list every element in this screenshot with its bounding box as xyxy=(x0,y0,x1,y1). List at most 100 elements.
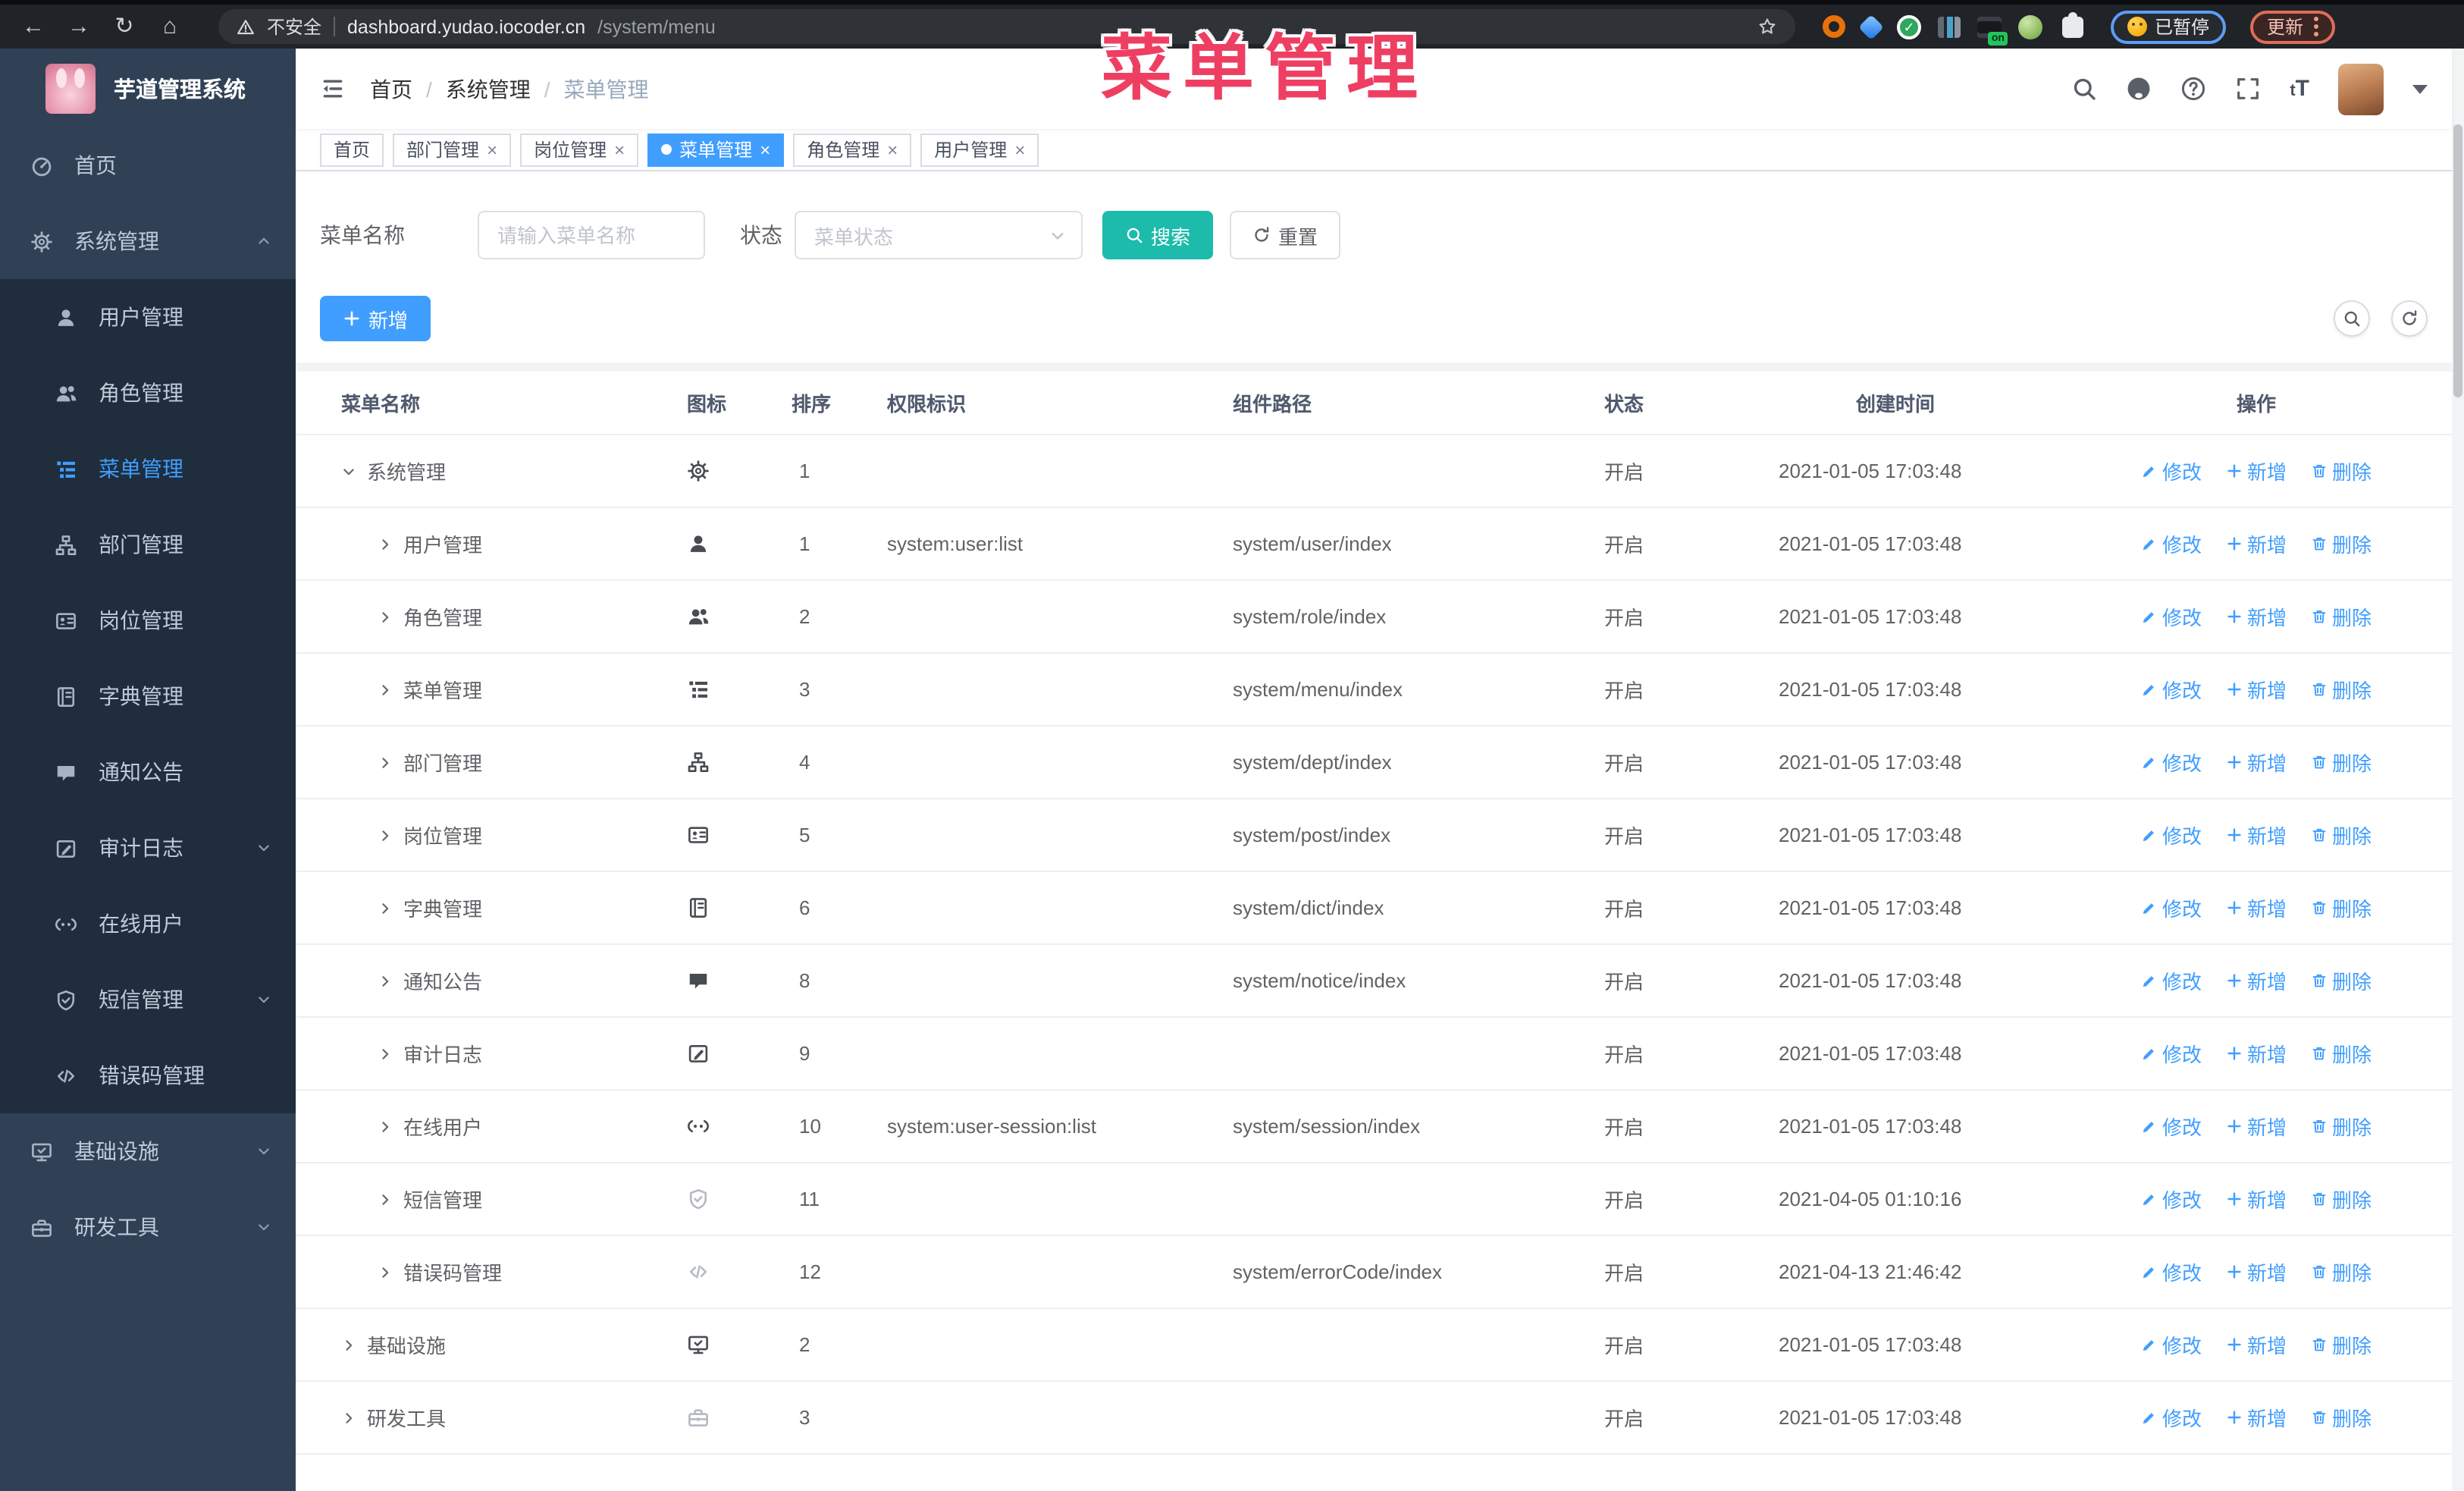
expand-arrow-icon[interactable] xyxy=(378,536,393,551)
blue-gem-extension-icon[interactable] xyxy=(1858,14,1884,39)
breadcrumb-home[interactable]: 首页 xyxy=(370,74,412,104)
sidebar-item-2[interactable]: 用户管理 xyxy=(0,279,296,355)
action-delete[interactable]: 删除 xyxy=(2311,821,2372,849)
sidebar-item-4[interactable]: 菜单管理 xyxy=(0,431,296,507)
menu-name-input[interactable] xyxy=(478,211,705,259)
action-delete[interactable]: 删除 xyxy=(2311,675,2372,704)
expand-arrow-icon[interactable] xyxy=(378,1046,393,1061)
action-edit[interactable]: 修改 xyxy=(2141,748,2202,777)
page-scrollbar[interactable] xyxy=(2452,49,2464,1491)
action-edit[interactable]: 修改 xyxy=(2141,457,2202,485)
help-icon[interactable] xyxy=(2180,76,2206,102)
browser-forward-icon[interactable]: → xyxy=(61,7,97,46)
expand-arrow-icon[interactable] xyxy=(378,1264,393,1279)
action-edit[interactable]: 修改 xyxy=(2141,966,2202,995)
tag-3[interactable]: 菜单管理 × xyxy=(647,133,785,166)
breadcrumb-system[interactable]: 系统管理 xyxy=(446,74,531,104)
collapse-sidebar-icon[interactable] xyxy=(320,76,346,102)
action-edit[interactable]: 修改 xyxy=(2141,529,2202,558)
sidebar-item-9[interactable]: 审计日志 xyxy=(0,810,296,886)
action-edit[interactable]: 修改 xyxy=(2141,1112,2202,1141)
sidebar-item-13[interactable]: 基础设施 xyxy=(0,1113,296,1189)
action-delete[interactable]: 删除 xyxy=(2311,966,2372,995)
tag-1[interactable]: 部门管理 × xyxy=(393,133,512,166)
expand-arrow-icon[interactable] xyxy=(378,900,393,915)
action-edit[interactable]: 修改 xyxy=(2141,821,2202,849)
expand-arrow-icon[interactable] xyxy=(378,1119,393,1134)
browser-reload-icon[interactable]: ↻ xyxy=(106,7,143,46)
action-add[interactable]: 新增 xyxy=(2226,1112,2287,1141)
action-delete[interactable]: 删除 xyxy=(2311,1403,2372,1432)
expand-arrow-icon[interactable] xyxy=(378,827,393,843)
on-badge-extension-icon[interactable] xyxy=(1977,16,2008,45)
action-edit[interactable]: 修改 xyxy=(2141,1330,2202,1359)
sidebar-item-5[interactable]: 部门管理 xyxy=(0,507,296,582)
reset-button[interactable]: 重置 xyxy=(1230,211,1341,259)
action-edit[interactable]: 修改 xyxy=(2141,1403,2202,1432)
user-menu-caret-icon[interactable] xyxy=(2412,84,2428,93)
sidebar-item-3[interactable]: 角色管理 xyxy=(0,355,296,431)
action-delete[interactable]: 删除 xyxy=(2311,1257,2372,1286)
expand-arrow-icon[interactable] xyxy=(378,609,393,624)
action-add[interactable]: 新增 xyxy=(2226,1039,2287,1068)
action-add[interactable]: 新增 xyxy=(2226,457,2287,485)
sidebar-item-11[interactable]: 短信管理 xyxy=(0,962,296,1037)
sidebar-item-7[interactable]: 字典管理 xyxy=(0,658,296,734)
action-add[interactable]: 新增 xyxy=(2226,675,2287,704)
github-icon[interactable] xyxy=(2126,76,2152,102)
bookmark-star-icon[interactable] xyxy=(1757,17,1777,36)
action-delete[interactable]: 删除 xyxy=(2311,1112,2372,1141)
close-tag-icon[interactable]: × xyxy=(1014,140,1025,159)
action-delete[interactable]: 删除 xyxy=(2311,1185,2372,1213)
close-tag-icon[interactable]: × xyxy=(614,140,625,159)
address-bar[interactable]: 不安全 dashboard.yudao.iocoder.cn/system/me… xyxy=(218,9,1795,44)
browser-home-icon[interactable]: ⌂ xyxy=(152,7,188,46)
action-edit[interactable]: 修改 xyxy=(2141,602,2202,631)
action-delete[interactable]: 删除 xyxy=(2311,602,2372,631)
action-delete[interactable]: 删除 xyxy=(2311,1330,2372,1359)
status-select[interactable]: 菜单状态 xyxy=(795,211,1083,259)
expand-arrow-icon[interactable] xyxy=(378,682,393,697)
browser-menu-kebab-icon[interactable] xyxy=(2314,17,2319,36)
green-shield-extension-icon[interactable] xyxy=(1897,14,1921,39)
action-add[interactable]: 新增 xyxy=(2226,966,2287,995)
sidebar-item-0[interactable]: 首页 xyxy=(0,127,296,203)
sidebar-item-10[interactable]: 在线用户 xyxy=(0,886,296,962)
expand-arrow-icon[interactable] xyxy=(378,1191,393,1207)
action-edit[interactable]: 修改 xyxy=(2141,675,2202,704)
expand-arrow-icon[interactable] xyxy=(378,755,393,770)
fullscreen-icon[interactable] xyxy=(2235,76,2261,102)
action-edit[interactable]: 修改 xyxy=(2141,1039,2202,1068)
browser-back-icon[interactable]: ← xyxy=(15,7,52,46)
action-add[interactable]: 新增 xyxy=(2226,748,2287,777)
action-edit[interactable]: 修改 xyxy=(2141,893,2202,922)
paused-extension-pill[interactable]: 已暂停 xyxy=(2111,10,2227,43)
expand-arrow-icon[interactable] xyxy=(341,1410,356,1425)
action-add[interactable]: 新增 xyxy=(2226,821,2287,849)
expand-arrow-icon[interactable] xyxy=(378,973,393,988)
sidebar-item-8[interactable]: 通知公告 xyxy=(0,734,296,810)
action-delete[interactable]: 删除 xyxy=(2311,529,2372,558)
add-button[interactable]: 新增 xyxy=(320,296,431,341)
expand-arrow-icon[interactable] xyxy=(341,1337,356,1352)
sidebar-item-1[interactable]: 系统管理 xyxy=(0,203,296,279)
close-tag-icon[interactable]: × xyxy=(887,140,898,159)
close-tag-icon[interactable]: × xyxy=(487,140,497,159)
action-add[interactable]: 新增 xyxy=(2226,529,2287,558)
sidebar-item-14[interactable]: 研发工具 xyxy=(0,1189,296,1265)
close-tag-icon[interactable]: × xyxy=(760,140,770,159)
refresh-table-button[interactable] xyxy=(2391,300,2428,337)
sidebar-item-6[interactable]: 岗位管理 xyxy=(0,582,296,658)
scrollbar-thumb[interactable] xyxy=(2453,124,2462,397)
teal-columns-extension-icon[interactable] xyxy=(1938,16,1961,37)
search-button[interactable]: 搜索 xyxy=(1102,211,1214,259)
sidebar-item-12[interactable]: 错误码管理 xyxy=(0,1037,296,1113)
action-delete[interactable]: 删除 xyxy=(2311,893,2372,922)
action-add[interactable]: 新增 xyxy=(2226,1330,2287,1359)
tag-5[interactable]: 用户管理 × xyxy=(920,133,1039,166)
green-monkey-extension-icon[interactable] xyxy=(2018,14,2042,39)
action-delete[interactable]: 删除 xyxy=(2311,457,2372,485)
action-add[interactable]: 新增 xyxy=(2226,1257,2287,1286)
tag-2[interactable]: 岗位管理 × xyxy=(520,133,639,166)
tag-0[interactable]: 首页 xyxy=(320,133,384,166)
